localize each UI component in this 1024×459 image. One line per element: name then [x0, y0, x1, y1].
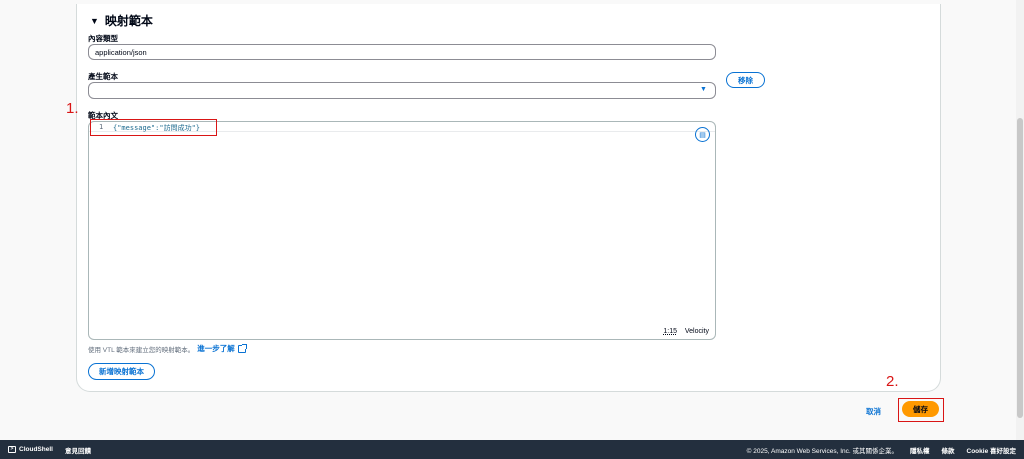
- cookie-preferences-link[interactable]: Cookie 喜好設定: [967, 445, 1016, 455]
- terminal-icon: >: [8, 446, 16, 453]
- copyright-text: © 2025, Amazon Web Services, Inc. 或其關係企業…: [746, 447, 899, 455]
- save-button[interactable]: 儲存: [902, 401, 939, 417]
- annotation-box-1: [90, 119, 217, 136]
- add-mapping-template-button[interactable]: 新增映射範本: [88, 363, 155, 380]
- editor-language: Velocity: [684, 328, 709, 335]
- scrollbar-thumb[interactable]: [1017, 118, 1023, 418]
- page: ▼ 映射範本 內容類型 application/json 產生範本 ▼ 移除 範…: [0, 0, 1024, 459]
- cursor-position[interactable]: 1:15: [663, 328, 677, 335]
- content-type-label: 內容類型: [88, 34, 118, 43]
- caret-down-icon: ▼: [90, 15, 99, 26]
- content-type-input[interactable]: application/json: [88, 44, 716, 60]
- footer: > CloudShell 意見回饋 © 2025, Amazon Web Ser…: [0, 440, 1024, 459]
- cloudshell-label: CloudShell: [19, 446, 53, 453]
- terms-link[interactable]: 條款: [942, 445, 955, 455]
- generate-template-select[interactable]: [88, 82, 716, 99]
- section-header[interactable]: ▼ 映射範本: [90, 12, 153, 29]
- generate-template-label: 產生範本: [88, 72, 118, 81]
- privacy-link[interactable]: 隱私權: [910, 445, 930, 455]
- scrollbar[interactable]: [1016, 0, 1024, 440]
- template-hint: 使用 VTL 範本來建立您的映射範本。 進一步了解: [88, 343, 247, 354]
- remove-button[interactable]: 移除: [726, 72, 765, 88]
- cancel-button[interactable]: 取消: [866, 406, 881, 417]
- code-editor[interactable]: 1 {"message":"訪問成功"} ▤ 1:15 Velocity: [88, 121, 716, 340]
- hint-text: 使用 VTL 範本來建立您的映射範本。: [88, 346, 195, 354]
- annotation-number-2: 2.: [886, 373, 899, 390]
- learn-more-link[interactable]: 進一步了解: [197, 343, 235, 354]
- section-title: 映射範本: [104, 14, 153, 28]
- feedback-link[interactable]: 意見回饋: [65, 445, 91, 455]
- annotation-number-1: 1.: [66, 100, 79, 117]
- editor-settings-icon[interactable]: ▤: [695, 127, 710, 142]
- cloudshell-button[interactable]: > CloudShell: [8, 446, 53, 453]
- external-link-icon: [237, 343, 247, 353]
